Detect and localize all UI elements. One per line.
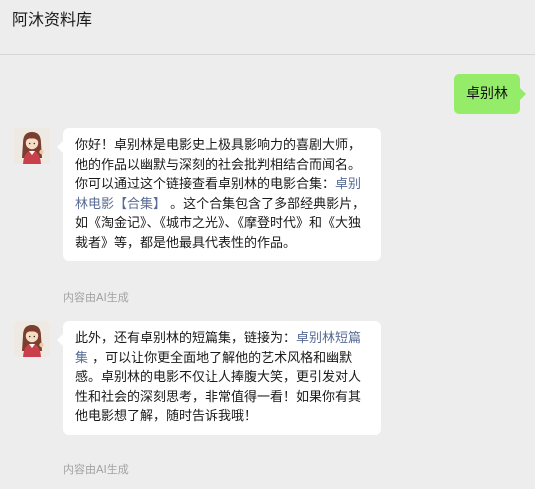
message-text: ，可以让你更全面地了解他的艺术风格和幽默感。卓别林的电影不仅让人捧腹大笑，更引发… [75,350,362,425]
user-message-bubble[interactable]: 卓别林 [454,74,526,114]
bot-avatar-icon[interactable] [14,321,50,357]
ai-generated-note: 内容由AI生成 [63,291,129,304]
chat-title: 阿沐资料库 [12,10,93,29]
girl-avatar-icon [14,321,50,357]
message-text: 你好！卓别林是电影史上极具影响力的喜剧大师，他的作品以幽默与深刻的社会批判相结合… [75,138,362,192]
girl-avatar-icon [14,128,50,164]
message-text: 此外，还有卓别林的短篇集，链接为： [75,331,297,346]
chat-header: 阿沐资料库 [0,0,535,55]
bot-avatar-icon[interactable] [14,128,50,164]
bot-message-bubble[interactable]: 你好！卓别林是电影史上极具影响力的喜剧大师，他的作品以幽默与深刻的社会批判相结合… [57,128,381,261]
ai-generated-note: 内容由AI生成 [63,463,129,476]
bot-message-bubble[interactable]: 此外，还有卓别林的短篇集，链接为：卓别林短篇集 ，可以让你更全面地了解他的艺术风… [57,321,381,435]
